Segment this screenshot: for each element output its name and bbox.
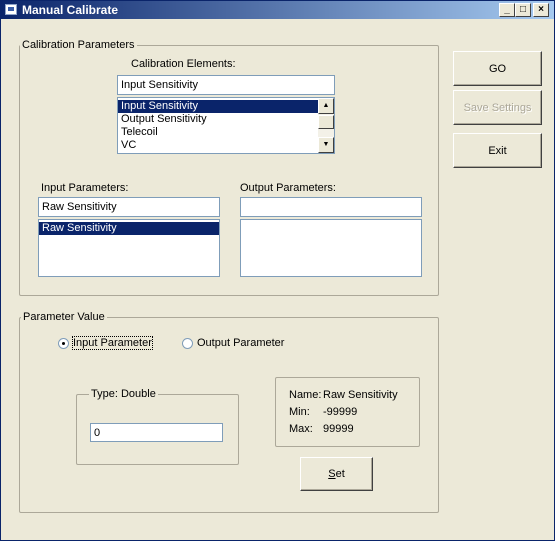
exit-button[interactable]: Exit xyxy=(453,133,542,168)
app-icon xyxy=(5,4,17,15)
info-min-value: -99999 xyxy=(323,406,358,418)
scroll-down-button[interactable]: ▼ xyxy=(318,137,334,153)
output-parameters-field[interactable] xyxy=(240,197,422,217)
input-parameters-list[interactable]: Raw Sensitivity xyxy=(38,219,220,277)
close-button[interactable]: × xyxy=(533,3,549,17)
scroll-up-button[interactable]: ▲ xyxy=(318,98,334,114)
output-parameter-radio[interactable] xyxy=(182,338,193,349)
list-item-vc[interactable]: VC xyxy=(118,139,334,152)
input-parameter-radio[interactable] xyxy=(58,338,69,349)
calibration-elements-field[interactable]: Input Sensitivity xyxy=(117,75,335,95)
input-parameters-field[interactable]: Raw Sensitivity xyxy=(38,197,220,217)
output-parameters-list[interactable] xyxy=(240,219,422,277)
info-name-label: Name: xyxy=(289,389,322,401)
info-max-value: 99999 xyxy=(323,423,354,435)
list-item-output-sensitivity[interactable]: Output Sensitivity xyxy=(118,113,334,126)
window-title: Manual Calibrate xyxy=(22,3,119,17)
input-parameters-label: Input Parameters: xyxy=(41,182,129,194)
calibration-elements-list[interactable]: Input Sensitivity Output Sensitivity Tel… xyxy=(117,97,335,154)
set-button[interactable]: Set xyxy=(300,457,373,491)
type-double-legend: Type: Double xyxy=(89,388,158,400)
list-item-telecoil[interactable]: Telecoil xyxy=(118,126,334,139)
go-button[interactable]: GO xyxy=(453,51,542,86)
input-parameter-label[interactable]: Input Parameter xyxy=(72,336,153,350)
radio-selected-dot xyxy=(62,342,65,345)
output-parameters-label: Output Parameters: xyxy=(240,182,336,194)
calibration-parameters-legend: Calibration Parameters xyxy=(20,39,137,51)
maximize-icon: □ xyxy=(519,4,527,15)
close-icon: × xyxy=(538,4,544,15)
info-name-value: Raw Sensitivity xyxy=(323,389,398,401)
info-min-label: Min: xyxy=(289,406,310,418)
set-mnemonic: S xyxy=(328,468,336,480)
arrow-down-icon: ▼ xyxy=(322,141,330,148)
scroll-thumb[interactable] xyxy=(318,115,334,129)
info-max-label: Max: xyxy=(289,423,313,435)
minimize-icon: _ xyxy=(504,4,510,15)
minimize-button[interactable]: _ xyxy=(499,3,515,17)
list-item-input-sensitivity[interactable]: Input Sensitivity xyxy=(118,100,334,113)
list-item-raw-sensitivity[interactable]: Raw Sensitivity xyxy=(39,222,219,235)
calibration-elements-label: Calibration Elements: xyxy=(131,58,236,70)
set-label: et xyxy=(335,468,345,480)
value-input[interactable]: 0 xyxy=(90,423,223,442)
title-bar[interactable]: Manual Calibrate _ □ × xyxy=(1,1,554,19)
maximize-button[interactable]: □ xyxy=(515,3,531,17)
manual-calibrate-window: Manual Calibrate _ □ × Calibration Param… xyxy=(0,0,555,541)
save-settings-button[interactable]: Save Settings xyxy=(453,90,542,125)
output-parameter-label[interactable]: Output Parameter xyxy=(197,337,284,349)
elements-scrollbar[interactable]: ▲ ▼ xyxy=(318,98,334,153)
parameter-value-legend: Parameter Value xyxy=(21,311,107,323)
arrow-up-icon: ▲ xyxy=(322,102,330,109)
